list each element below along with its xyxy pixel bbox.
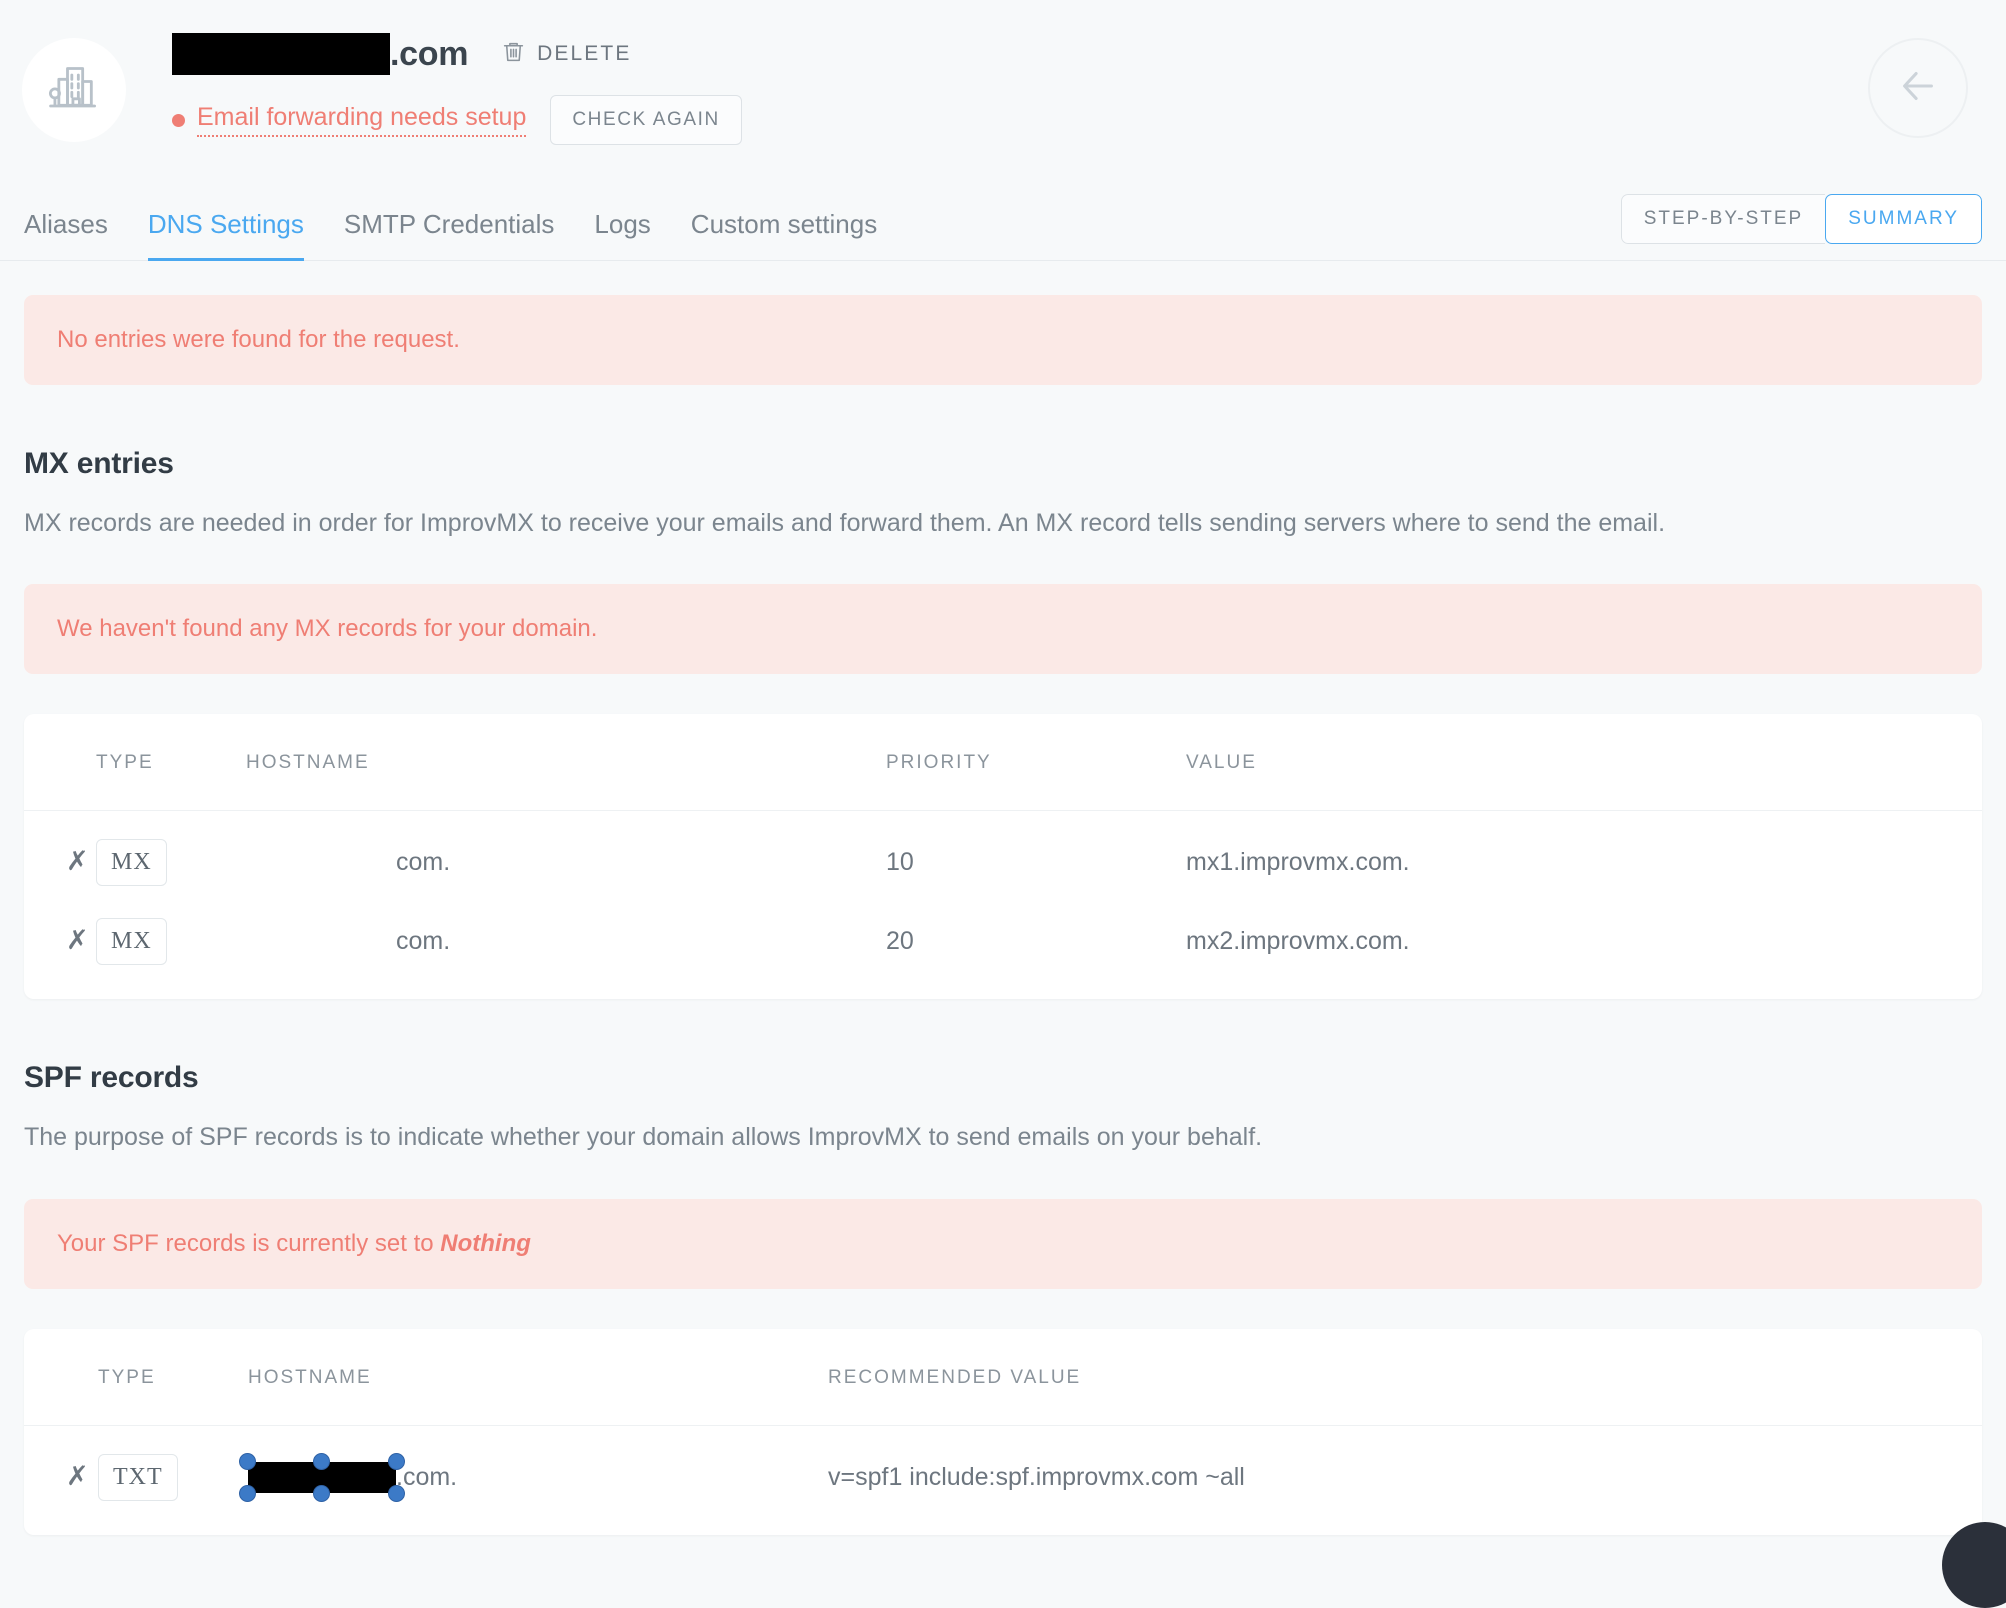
tab-dns-settings[interactable]: DNS Settings — [147, 203, 304, 261]
mx-col-value: VALUE — [1186, 714, 1982, 812]
main-content: No entries were found for the request. M… — [0, 295, 2006, 1608]
spf-col-value: RECOMMENDED VALUE — [828, 1328, 1982, 1426]
resize-handle-bottom-left[interactable] — [239, 1484, 256, 1502]
table-row: ✗ TXT .com. v=spf1 include:spf.improvmx.… — [24, 1425, 1982, 1535]
spf-type-cell: TXT — [98, 1425, 248, 1535]
mx-hostname-cell: com. — [246, 811, 886, 903]
mx-section-title: MX entries — [24, 447, 174, 480]
delete-label: DELETE — [537, 42, 632, 65]
spf-status-prefix: Your SPF records is currently set to — [57, 1229, 441, 1257]
arrow-left-icon — [1895, 63, 1941, 114]
building-icon — [48, 62, 100, 119]
spf-status-value: Nothing — [440, 1229, 531, 1257]
spf-section-title: SPF records — [24, 1061, 199, 1095]
status-badge[interactable]: Email forwarding needs setup — [197, 103, 527, 137]
hostname-suffix: com. — [396, 927, 451, 956]
mx-remove-cell[interactable]: ✗ — [24, 902, 96, 999]
mx-hostname-cell: com. — [246, 902, 886, 999]
page-title: .com — [172, 33, 468, 75]
mx-type-cell: MX — [96, 811, 246, 903]
view-toggle: STEP-BY-STEP SUMMARY — [1620, 194, 1982, 244]
tab-logs[interactable]: Logs — [594, 203, 650, 261]
resize-handle-top-left[interactable] — [239, 1452, 256, 1470]
redacted-domain — [172, 33, 390, 75]
table-row: ✗ MX com. 20 mx2.improvmx.com. — [24, 902, 1982, 999]
tab-smtp-credentials[interactable]: SMTP Credentials — [344, 203, 555, 261]
mx-type-cell: MX — [96, 902, 246, 999]
mx-section-description: MX records are needed in order for Impro… — [24, 509, 1666, 537]
tab-custom-settings[interactable]: Custom settings — [691, 203, 877, 261]
spf-hostname-cell: .com. — [239, 1425, 828, 1535]
mx-priority-cell: 20 — [886, 927, 914, 956]
resize-handle-bottom-right[interactable] — [388, 1484, 405, 1502]
hostname-suffix: .com. — [396, 1462, 458, 1491]
record-type-chip: MX — [96, 918, 167, 966]
mx-col-remove — [24, 714, 96, 812]
status-row: Email forwarding needs setup CHECK AGAIN — [172, 95, 2006, 145]
tab-aliases[interactable]: Aliases — [24, 203, 108, 261]
mx-records-table: TYPE HOSTNAME PRIORITY VALUE ✗ MX com. 1… — [24, 714, 1982, 999]
resize-handle-top-center[interactable] — [313, 1452, 330, 1470]
remove-icon[interactable]: ✗ — [66, 1462, 89, 1490]
mx-remove-cell[interactable]: ✗ — [24, 811, 96, 903]
spf-records-table: TYPE HOSTNAME RECOMMENDED VALUE ✗ TXT .c… — [24, 1328, 1982, 1535]
mx-value-cell: mx1.improvmx.com. — [1186, 848, 1410, 877]
remove-icon[interactable]: ✗ — [66, 927, 89, 954]
remove-icon[interactable]: ✗ — [66, 848, 89, 875]
back-button[interactable] — [1868, 38, 1968, 138]
alert-no-entries: No entries were found for the request. — [24, 295, 1982, 385]
mx-records-card: TYPE HOSTNAME PRIORITY VALUE ✗ MX com. 1… — [24, 714, 1982, 1000]
avatar — [22, 38, 126, 142]
spf-table-head: TYPE HOSTNAME RECOMMENDED VALUE — [24, 1328, 1982, 1426]
record-type-chip: MX — [96, 839, 167, 887]
spf-header-row: TYPE HOSTNAME RECOMMENDED VALUE — [24, 1328, 1982, 1426]
mx-table-body: ✗ MX com. 10 mx1.improvmx.com. ✗ MX com.… — [24, 811, 1982, 1000]
spf-remove-cell[interactable]: ✗ — [24, 1425, 98, 1535]
status-dot-icon — [172, 113, 185, 127]
resize-handle-bottom-center[interactable] — [313, 1484, 330, 1502]
page-header: .com DELETE Email forwarding needs setup… — [0, 0, 2006, 145]
mx-col-type: TYPE — [96, 714, 246, 812]
domain-title-row: .com DELETE — [172, 28, 2006, 80]
toggle-step-by-step[interactable]: STEP-BY-STEP — [1620, 194, 1826, 244]
alert-no-mx-records: We haven't found any MX records for your… — [24, 584, 1982, 675]
mx-table-head: TYPE HOSTNAME PRIORITY VALUE — [24, 714, 1982, 812]
domain-tld: .com — [390, 34, 469, 73]
spf-col-type: TYPE — [98, 1328, 248, 1426]
trash-icon — [501, 39, 526, 69]
spf-records-card: TYPE HOSTNAME RECOMMENDED VALUE ✗ TXT .c… — [24, 1328, 2006, 1608]
mx-header-row: TYPE HOSTNAME PRIORITY VALUE — [24, 714, 1982, 812]
hostname-suffix: com. — [396, 848, 451, 877]
delete-button[interactable]: DELETE — [501, 39, 631, 69]
resize-handle-top-right[interactable] — [388, 1452, 405, 1470]
alert-spf-status: Your SPF records is currently set to Not… — [24, 1198, 1982, 1289]
mx-value-cell: mx2.improvmx.com. — [1186, 927, 1410, 956]
spf-table-body: ✗ TXT .com. v=spf1 include:spf.improvmx.… — [24, 1425, 1982, 1535]
mx-col-hostname: HOSTNAME — [246, 714, 886, 812]
check-again-button[interactable]: CHECK AGAIN — [550, 95, 742, 145]
record-type-chip: TXT — [98, 1453, 178, 1501]
spf-col-hostname: HOSTNAME — [248, 1328, 828, 1426]
spf-section-description: The purpose of SPF records is to indicat… — [24, 1123, 1263, 1152]
tab-bar: Aliases DNS Settings SMTP Credentials Lo… — [0, 194, 2006, 261]
mx-col-priority: PRIORITY — [886, 714, 1186, 812]
table-row: ✗ MX com. 10 mx1.improvmx.com. — [24, 811, 1982, 903]
toggle-summary[interactable]: SUMMARY — [1825, 194, 1982, 244]
spf-col-remove — [24, 1328, 98, 1426]
spf-value-cell: v=spf1 include:spf.improvmx.com ~all — [828, 1462, 1245, 1491]
mx-priority-cell: 10 — [886, 848, 914, 877]
redaction-selection-box[interactable] — [239, 1452, 405, 1502]
